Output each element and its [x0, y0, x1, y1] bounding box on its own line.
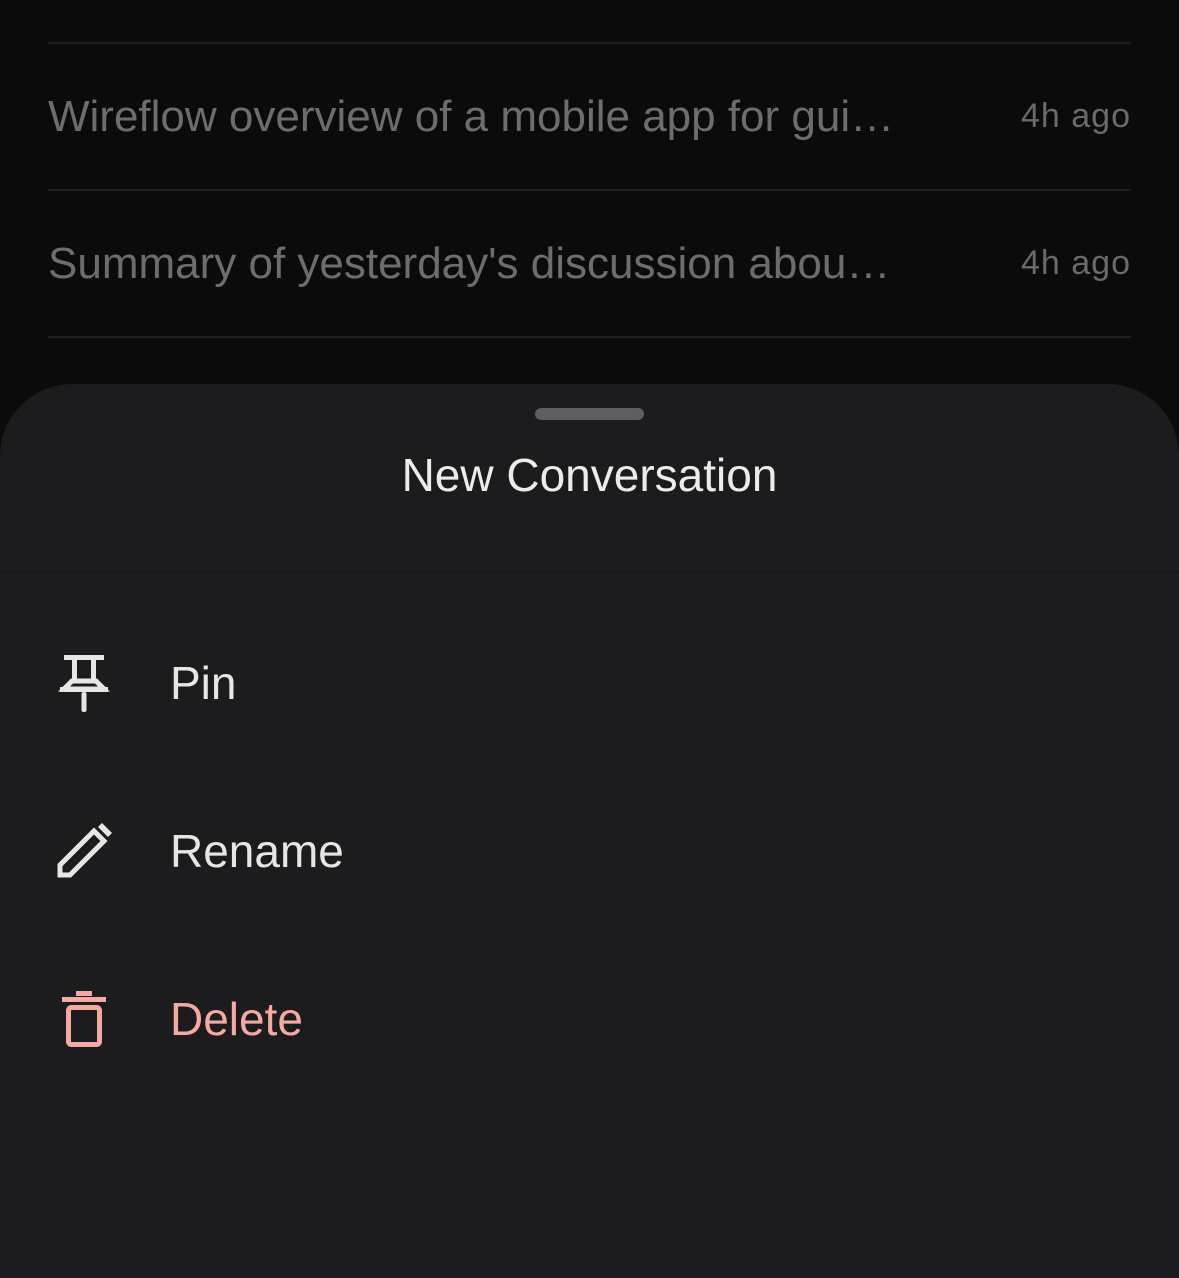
- conversation-title: Summary of yesterday's discussion abou…: [48, 238, 891, 288]
- pin-icon: [52, 651, 116, 715]
- bottom-sheet: New Conversation Pin Rename Delete: [0, 384, 1179, 1278]
- conversation-time: 4h ago: [1021, 97, 1131, 135]
- sheet-title: New Conversation: [401, 449, 778, 501]
- delete-menu-item[interactable]: Delete: [0, 935, 1179, 1103]
- rename-menu-item[interactable]: Rename: [0, 767, 1179, 935]
- screen: Wireflow overview of a mobile app for gu…: [0, 0, 1179, 1278]
- pin-menu-item[interactable]: Pin: [0, 599, 1179, 767]
- delete-label: Delete: [170, 993, 303, 1045]
- divider: [48, 336, 1131, 338]
- trash-icon: [52, 987, 116, 1051]
- conversation-time: 4h ago: [1021, 244, 1131, 282]
- pin-label: Pin: [170, 657, 237, 709]
- pencil-icon: [52, 819, 116, 883]
- conversation-row[interactable]: Wireflow overview of a mobile app for gu…: [48, 44, 1131, 189]
- conversation-row[interactable]: Summary of yesterday's discussion abou… …: [48, 191, 1131, 336]
- rename-label: Rename: [170, 825, 344, 877]
- conversation-list: Wireflow overview of a mobile app for gu…: [48, 0, 1131, 338]
- sheet-divider: [0, 570, 1179, 576]
- drag-handle[interactable]: [535, 408, 644, 420]
- conversation-title: Wireflow overview of a mobile app for gu…: [48, 91, 895, 141]
